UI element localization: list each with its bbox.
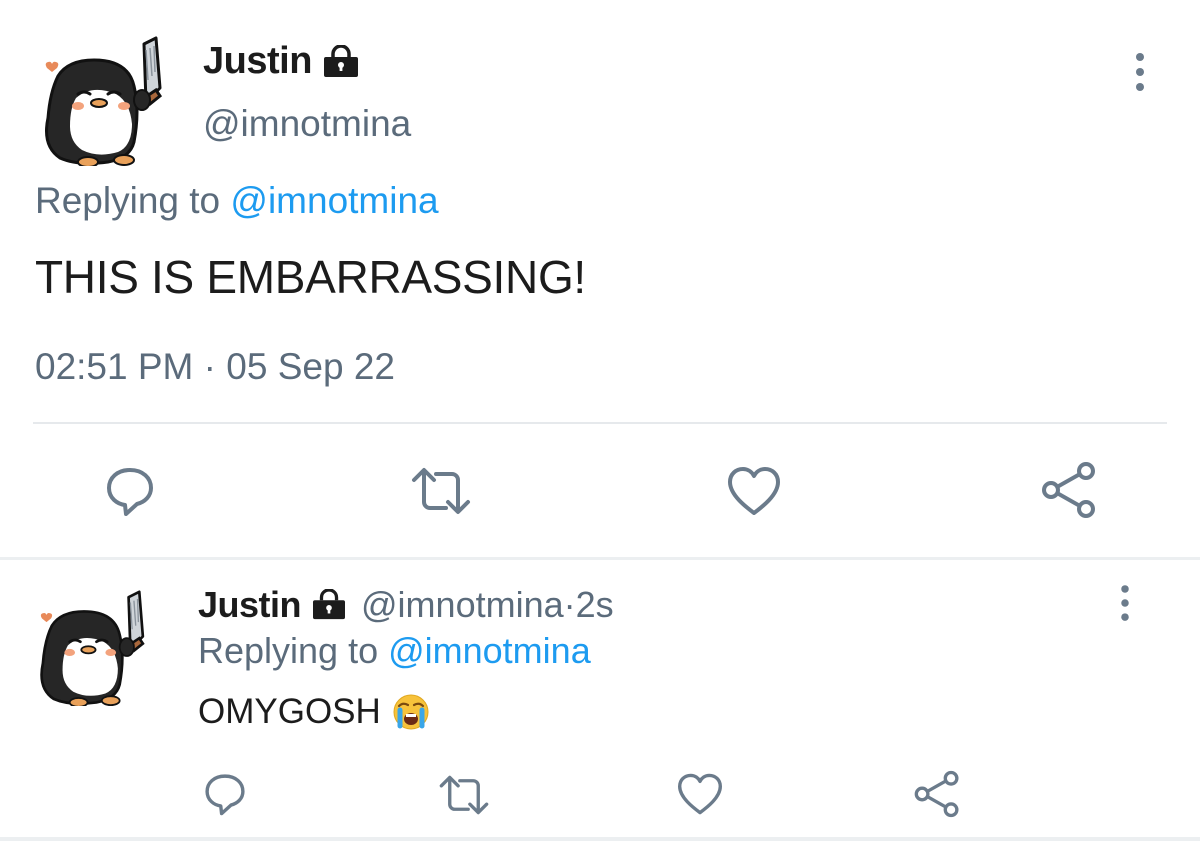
bottom-separator	[0, 837, 1200, 841]
heart-icon	[728, 467, 780, 515]
reply-header: Justin @imnotmina · 2s	[198, 584, 614, 626]
action-bar	[0, 763, 1200, 823]
meta-separator: ·	[193, 346, 227, 387]
more-vertical-icon[interactable]	[1110, 582, 1140, 624]
mention-link[interactable]: @imnotmina	[230, 180, 438, 221]
replying-to: Replying to @imnotmina	[35, 180, 439, 222]
share-icon	[914, 770, 959, 818]
mention-link[interactable]: @imnotmina	[388, 630, 591, 671]
tweet-text: THIS IS EMBARRASSING!	[35, 251, 586, 303]
avatar[interactable]	[38, 36, 168, 168]
loudly-crying-face-emoji-icon	[391, 692, 431, 732]
retweet-icon	[412, 468, 470, 514]
penguin-avatar-icon	[40, 590, 145, 708]
avatar[interactable]	[34, 590, 150, 708]
reply-icon	[205, 774, 245, 816]
author-name-text[interactable]: Justin	[198, 584, 302, 626]
tweet-timestamp: 02:51 PM · 05 Sep 22	[35, 346, 395, 388]
share-button[interactable]	[1038, 459, 1100, 521]
author-handle[interactable]: @imnotmina	[203, 103, 411, 145]
heart-icon	[677, 773, 722, 815]
share-icon	[1042, 462, 1095, 518]
tweet-time: 02:51 PM	[35, 346, 194, 387]
retweet-button[interactable]	[438, 771, 490, 819]
retweet-icon	[439, 775, 489, 815]
reply-button[interactable]	[100, 461, 160, 521]
author-handle[interactable]: @imnotmina	[361, 584, 564, 626]
like-button[interactable]	[676, 771, 724, 817]
tweet-thread: Justin @imnotmina Replying to @imnotmina	[0, 0, 1200, 841]
lock-icon	[322, 44, 360, 79]
author-name-text: Justin	[203, 40, 312, 82]
author-name[interactable]: Justin	[203, 40, 360, 83]
reply-button[interactable]	[200, 769, 250, 819]
main-tweet: Justin @imnotmina Replying to @imnotmina	[0, 0, 1200, 558]
like-button[interactable]	[724, 461, 784, 521]
share-button[interactable]	[912, 769, 962, 819]
tweet-text: OMYGOSH	[198, 692, 381, 731]
action-bar	[0, 455, 1200, 525]
tweet-text-row: OMYGOSH	[198, 692, 431, 732]
more-vertical-icon[interactable]	[1124, 50, 1156, 94]
penguin-avatar-icon	[45, 36, 163, 168]
meta-separator: ·	[563, 584, 576, 625]
replying-to: Replying to @imnotmina	[198, 630, 591, 672]
replying-prefix: Replying to	[35, 180, 231, 221]
lock-icon	[311, 589, 347, 621]
reply-tweet: Justin @imnotmina · 2s Replying to @imno…	[0, 560, 1200, 841]
tweet-age: 2s	[575, 584, 614, 625]
reply-icon	[107, 468, 153, 516]
tweet-date: 05 Sep 22	[226, 346, 395, 387]
replying-prefix: Replying to	[198, 630, 389, 671]
divider	[33, 422, 1167, 424]
retweet-button[interactable]	[410, 461, 472, 521]
